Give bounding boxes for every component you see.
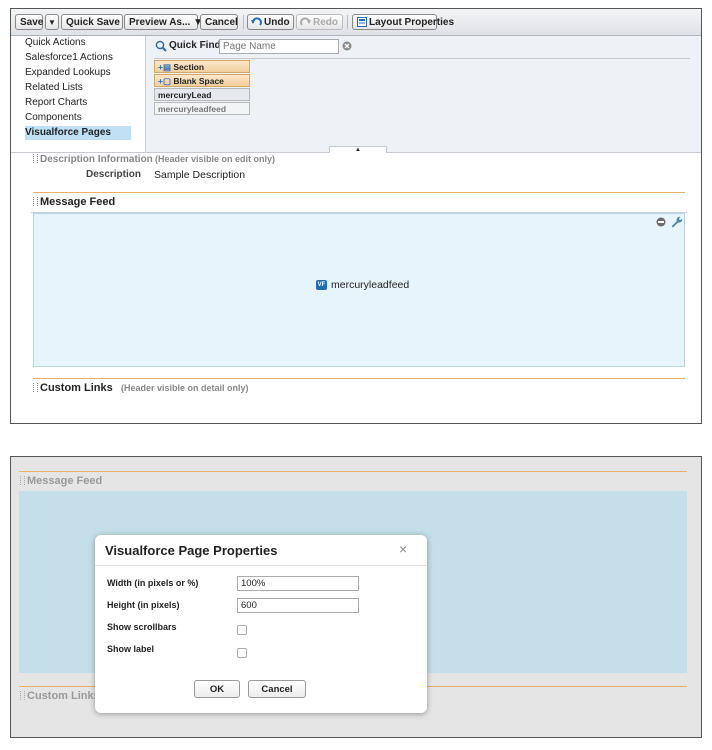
page-layout-editor: Save ▼ Quick Save Preview As... ▼ Cancel… [10,8,702,424]
description-field-label: Description [85,169,141,180]
toolbar-divider [347,15,348,29]
section-divider [33,192,685,193]
clear-search-icon[interactable] [342,41,352,51]
blank-space-icon: +▢ [158,76,174,86]
undo-button[interactable]: Undo [247,14,294,30]
dialog-title: Visualforce Page Properties [105,543,278,558]
remove-icon[interactable] [656,217,666,227]
drag-handle [20,691,25,700]
close-icon[interactable]: × [399,541,407,557]
drag-handle[interactable] [33,197,38,206]
drag-handle[interactable] [33,154,38,163]
message-feed-section-title[interactable]: Message Feed [40,196,115,208]
category-report-charts[interactable]: Report Charts [25,96,131,110]
search-icon [155,40,167,52]
quick-save-button[interactable]: Quick Save [61,14,123,30]
show-label-label: Show label [107,644,155,654]
preview-as-button[interactable]: Preview As... ▼ [124,14,203,30]
dialog-divider [95,565,427,566]
undo-icon [251,17,262,26]
section-icon: +▤ [158,62,174,72]
scrollbars-label: Show scrollbars [107,622,177,632]
vf-badge-icon: VF [316,280,327,290]
category-quick-actions[interactable]: Quick Actions [25,36,131,50]
width-label: Width (in pixels or %) [107,578,199,588]
category-visualforce-pages[interactable]: Visualforce Pages [25,126,131,140]
show-label-checkbox[interactable] [237,648,247,658]
palette-divider [154,58,690,59]
visualforce-page-canvas[interactable]: VF mercuryleadfeed [33,213,685,367]
redo-label: Redo [313,17,338,28]
palette: Quick Actions Salesforce1 Actions Expand… [11,36,701,153]
ok-button[interactable]: OK [194,680,240,698]
description-field-value: Sample Description [154,169,246,181]
layout-editor-modal-view: Message Feed Custom Links Visualforce Pa… [10,456,702,738]
palette-item-mercurylead[interactable]: mercuryLead [154,88,250,101]
quick-find-input[interactable] [219,39,339,54]
category-salesforce1-actions[interactable]: Salesforce1 Actions [25,51,131,65]
quick-find-label: Quick Find [169,40,221,51]
category-expanded-lookups[interactable]: Expanded Lookups [25,66,131,80]
vf-page-name: mercuryleadfeed [331,279,410,291]
palette-item-section[interactable]: +▤ Section [154,60,250,73]
toolbar-divider [243,15,244,29]
category-components[interactable]: Components [25,111,131,125]
custom-links-section-title: Custom Links [27,690,100,702]
save-dropdown-button[interactable]: ▼ [45,14,59,30]
layout-properties-button[interactable]: Layout Properties [352,14,454,30]
description-section-note: (Header visible on edit only) [155,154,276,164]
visualforce-page-properties-dialog: Visualforce Page Properties × Width (in … [95,535,427,713]
layout-canvas: Description Information (Header visible … [11,152,701,423]
palette-item-mercuryleadfeed[interactable]: mercuryleadfeed [154,102,250,115]
palette-categories: Quick Actions Salesforce1 Actions Expand… [11,36,146,152]
blank-space-label: Blank Space [173,76,224,86]
message-feed-section-title: Message Feed [27,475,103,487]
scrollbars-checkbox[interactable] [237,625,247,635]
drag-handle[interactable] [33,383,38,392]
redo-icon [300,17,311,26]
section-divider [33,378,685,379]
category-related-lists[interactable]: Related Lists [25,81,131,95]
palette-item-blank-space[interactable]: +▢ Blank Space [154,74,250,87]
layout-properties-label: Layout Properties [369,17,455,28]
undo-label: Undo [264,17,290,28]
custom-links-section-title[interactable]: Custom Links [40,382,113,394]
custom-links-section-note: (Header visible on detail only) [121,383,249,393]
section-label: Section [173,62,205,72]
layout-properties-icon [357,17,367,27]
description-section-title[interactable]: Description Information [40,154,153,165]
redo-button[interactable]: Redo [296,14,343,30]
cancel-button[interactable]: Cancel [200,14,238,30]
drag-handle [20,476,25,485]
section-divider [19,471,687,472]
width-input[interactable]: 100% [237,576,359,591]
wrench-icon[interactable] [671,216,683,228]
editor-toolbar: Save ▼ Quick Save Preview As... ▼ Cancel… [11,9,701,36]
save-button[interactable]: Save [15,14,43,30]
height-input[interactable]: 600 [237,598,359,613]
height-label: Height (in pixels) [107,600,180,610]
cancel-button[interactable]: Cancel [248,680,306,698]
